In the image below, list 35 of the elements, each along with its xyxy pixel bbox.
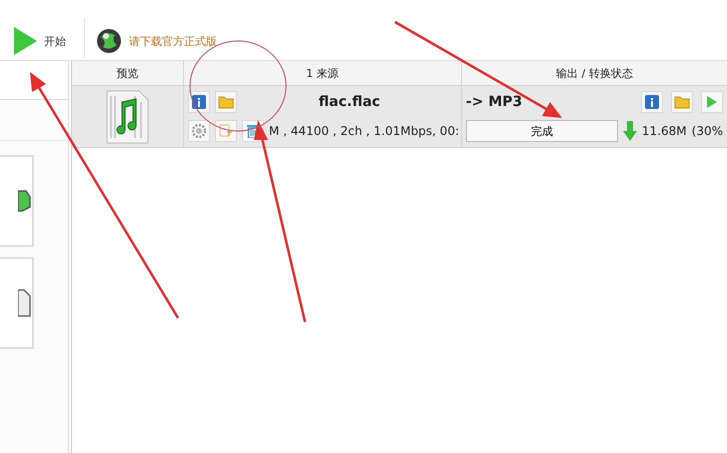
file-info: M , 44100 , 2ch , 1.01Mbps, 00:	[268, 124, 460, 138]
down-arrow-icon	[622, 121, 637, 142]
status-button[interactable]: 完成	[466, 120, 618, 142]
column-header[interactable]: 1 来源	[184, 61, 462, 85]
clip-icon	[218, 124, 233, 138]
download-link[interactable]: 请下载官方正式版	[91, 24, 221, 58]
trash-icon	[246, 124, 259, 138]
gear-icon	[192, 124, 206, 138]
info-button[interactable]	[188, 90, 210, 113]
info-button[interactable]	[641, 90, 663, 113]
output-format: -> MP3	[466, 94, 522, 110]
folder-icon	[674, 94, 690, 109]
folder-button[interactable]	[671, 90, 693, 113]
preset-card[interactable]	[0, 155, 34, 247]
play-icon	[12, 26, 38, 56]
info-icon	[645, 94, 659, 109]
document-icon	[18, 288, 32, 318]
file-name: flac.flac	[318, 94, 382, 110]
output-size: 11.68M	[642, 124, 687, 138]
folder-button[interactable]	[214, 90, 237, 113]
table-row[interactable]: flac.flac M , 44100 , 2ch , 1.01Mbps, 00: -> MP3 完成 11.68M (30%	[72, 86, 727, 148]
play-icon	[706, 94, 718, 109]
globe-icon	[95, 27, 123, 55]
tag-icon	[18, 189, 32, 213]
settings-button[interactable]	[188, 120, 210, 142]
column-header[interactable]: 预览	[72, 61, 184, 85]
start-button[interactable]: 开始	[8, 24, 70, 58]
folder-icon	[218, 94, 234, 109]
info-icon	[192, 94, 206, 109]
play-button[interactable]	[701, 90, 723, 113]
column-header[interactable]: 输出 / 转换状态	[462, 61, 727, 85]
music-file-icon	[105, 90, 150, 144]
preset-card[interactable]	[0, 257, 34, 349]
clip-button[interactable]	[214, 120, 237, 142]
output-percent: (30%	[692, 124, 723, 138]
